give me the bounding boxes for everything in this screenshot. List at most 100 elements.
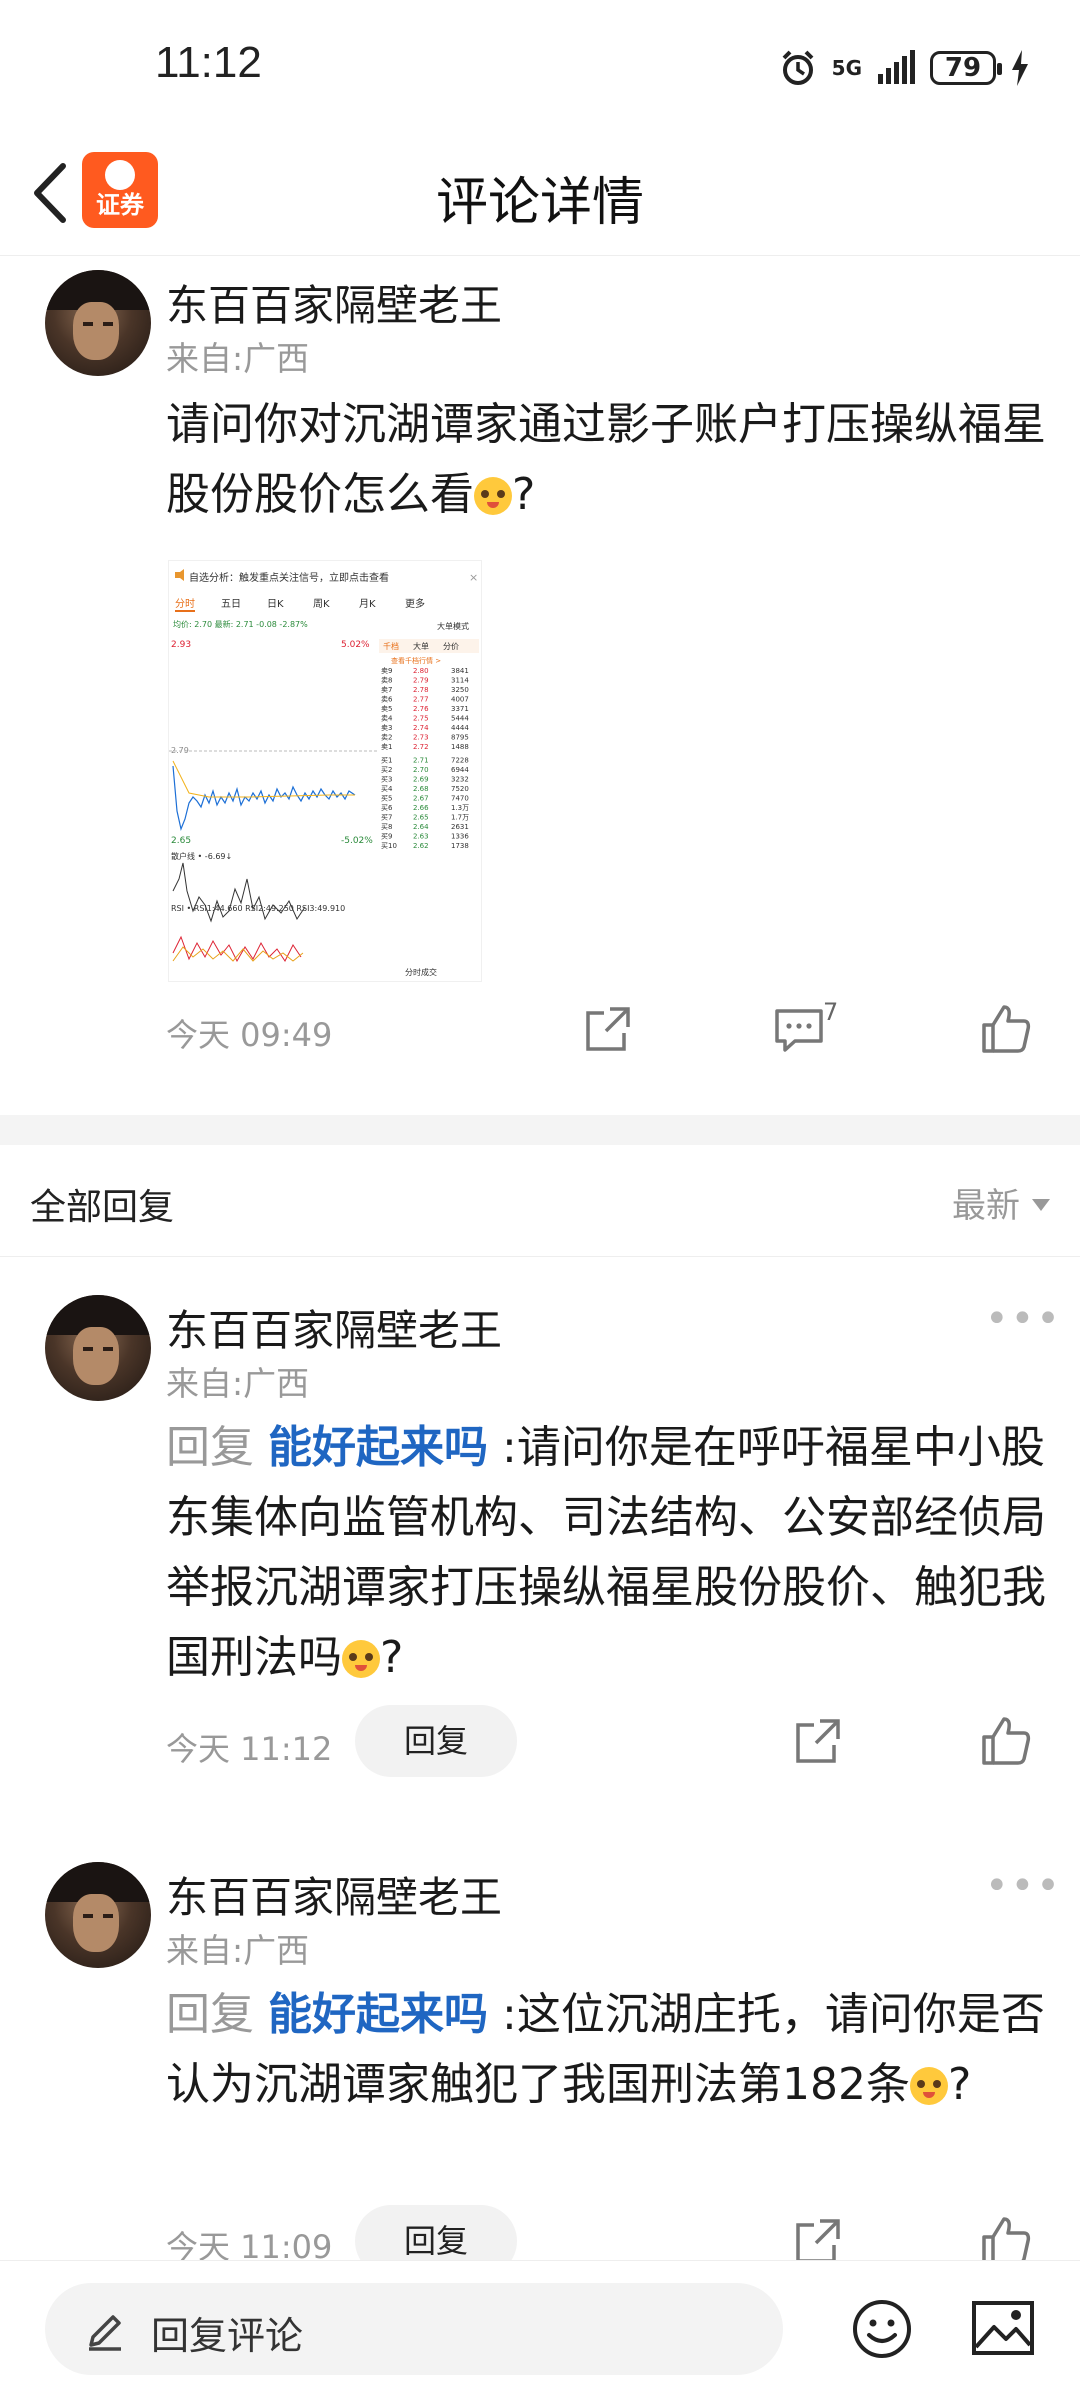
order-volume: 4444 [451,724,469,732]
order-price: 2.64 [413,823,429,831]
indicator-label: 散户线 • -6.69↓ [171,851,232,861]
order-label: 卖8 [381,677,392,685]
order-price: 2.71 [413,757,429,765]
blush-emoji-icon [474,477,512,515]
order-price: 2.67 [413,795,429,803]
post-author[interactable]: 东百百家隔壁老王 [166,272,502,333]
order-volume: 1.7万 [451,814,469,822]
battery-level: 79 [944,53,982,83]
order-label: 买4 [381,785,393,793]
post-image[interactable]: 自选分析：触发重点关注信号，立即点击查看 × 分时 五日 日K 周K 月K 更多… [168,560,482,982]
share-icon[interactable] [582,1003,634,1055]
order-price: 2.70 [413,766,429,774]
order-volume: 7470 [451,795,469,803]
alarm-icon [782,50,814,85]
blush-emoji-icon [909,2067,948,2105]
order-label: 卖4 [381,715,393,723]
status-icons: 5G 79 [778,40,1030,96]
post-text: 请问你对沉湖谭家通过影子账户打压操纵福星股份股价怎么看? [166,390,1046,530]
order-price: 2.65 [413,814,429,822]
reply-author[interactable]: 东百百家隔壁老王 [166,1297,502,1358]
reply-input[interactable]: 回复评论 [45,2283,783,2375]
avatar[interactable] [45,1862,151,1968]
side-title: 查看千档行情 > [391,656,441,665]
reply-author[interactable]: 东百百家隔壁老王 [166,1864,502,1925]
battery-icon: 79 [930,51,1002,85]
chart-low: 2.65 [171,836,191,846]
chart-high-pct: 5.02% [341,640,370,650]
mode-label: 大单模式 [437,621,469,631]
like-icon[interactable] [980,1715,1032,1767]
order-price: 2.69 [413,776,429,784]
section-gap [0,1115,1080,1145]
stock-chart-screenshot: 自选分析：触发重点关注信号，立即点击查看 × 分时 五日 日K 周K 月K 更多… [169,561,481,977]
share-icon[interactable] [792,1715,844,1767]
order-volume: 1488 [451,743,469,751]
order-volume: 2631 [451,823,469,831]
avatar[interactable] [45,1295,151,1401]
order-book: 千档 大单 分价 查看千档行情 > 卖9 2.80 3841 卖8 2.79 3114 卖7… [379,639,479,850]
side-tab: 大单 [413,641,429,651]
order-label: 卖2 [381,734,392,742]
chart-tab: 日K [267,599,284,610]
chart-low-pct: -5.02% [341,836,373,846]
divider [0,1256,1080,1257]
signal-icon [878,50,915,84]
order-price: 2.78 [413,686,429,694]
reply-button[interactable]: 回复 [355,1705,517,1777]
chart-high: 2.93 [171,640,191,650]
reply-input-placeholder: 回复评论 [151,2314,304,2358]
more-options-icon[interactable]: ••• [985,1296,1062,1342]
price-line-series [172,765,356,832]
order-price: 2.66 [413,804,429,812]
caret-down-icon [1032,1199,1050,1211]
order-label: 买5 [381,795,392,803]
chart-tab: 周K [313,598,330,610]
order-price: 2.77 [413,696,429,704]
order-label: 卖6 [381,696,393,704]
reply-text: 回复 能好起来吗 :这位沉湖庄托，请问你是否认为沉湖谭家触犯了我国刑法第182条… [166,1980,1046,2120]
reply-suffix: ? [380,1632,404,1683]
more-options-icon[interactable]: ••• [985,1863,1062,1909]
nav-bar: 证券 评论详情 [0,130,1080,256]
order-volume: 3114 [451,677,469,685]
order-label: 买3 [381,776,392,784]
like-icon[interactable] [980,1003,1032,1055]
reply-target-user[interactable]: 能好起来吗 [268,1989,488,2040]
order-label: 卖3 [381,724,392,732]
chart-tab: 更多 [405,597,425,610]
emoji-icon[interactable] [850,2297,914,2361]
order-label: 买6 [381,804,393,812]
order-price: 2.76 [413,705,429,713]
price-line: 均价: 2.70 最新: 2.71 -0.08 -2.87% [173,619,308,629]
avatar[interactable] [45,270,151,376]
reply-prefix: 回复 [166,1989,254,2040]
post-body: 请问你对沉湖谭家通过影子账户打压操纵福星股份股价怎么看 [166,399,1046,520]
order-price: 2.63 [413,833,429,841]
reply-suffix: ? [947,2059,972,2110]
comment-icon[interactable] [773,1003,825,1055]
order-volume: 7520 [451,785,469,793]
post-location: 来自:广西 [166,339,310,378]
order-label: 卖1 [381,743,392,751]
sort-dropdown[interactable]: 最新 [952,1178,1050,1227]
order-label: 买8 [381,823,392,831]
order-label: 卖5 [381,705,392,713]
comment-count: 7 [823,998,839,1026]
side-tab: 千档 [383,641,399,651]
chart-tab: 五日 [221,599,241,610]
reply-prefix: 回复 [166,1422,254,1473]
image-icon[interactable] [970,2297,1036,2359]
order-price: 2.79 [413,677,429,685]
order-volume: 3371 [451,705,469,713]
order-volume: 1.3万 [451,804,469,812]
status-time: 11:12 [155,38,262,87]
order-volume: 6944 [451,766,469,774]
reply-target-user[interactable]: 能好起来吗 [268,1422,488,1473]
network-type: 5G [831,56,862,80]
order-volume: 3841 [451,667,469,675]
banner-text: 自选分析：触发重点关注信号，立即点击查看 [189,571,389,584]
reply-location: 来自:广西 [166,1931,310,1970]
rsi-label: RSI • RSI1:44.660 RSI2:49.250 RSI3:49.91… [171,904,345,913]
order-price: 2.68 [413,785,429,793]
